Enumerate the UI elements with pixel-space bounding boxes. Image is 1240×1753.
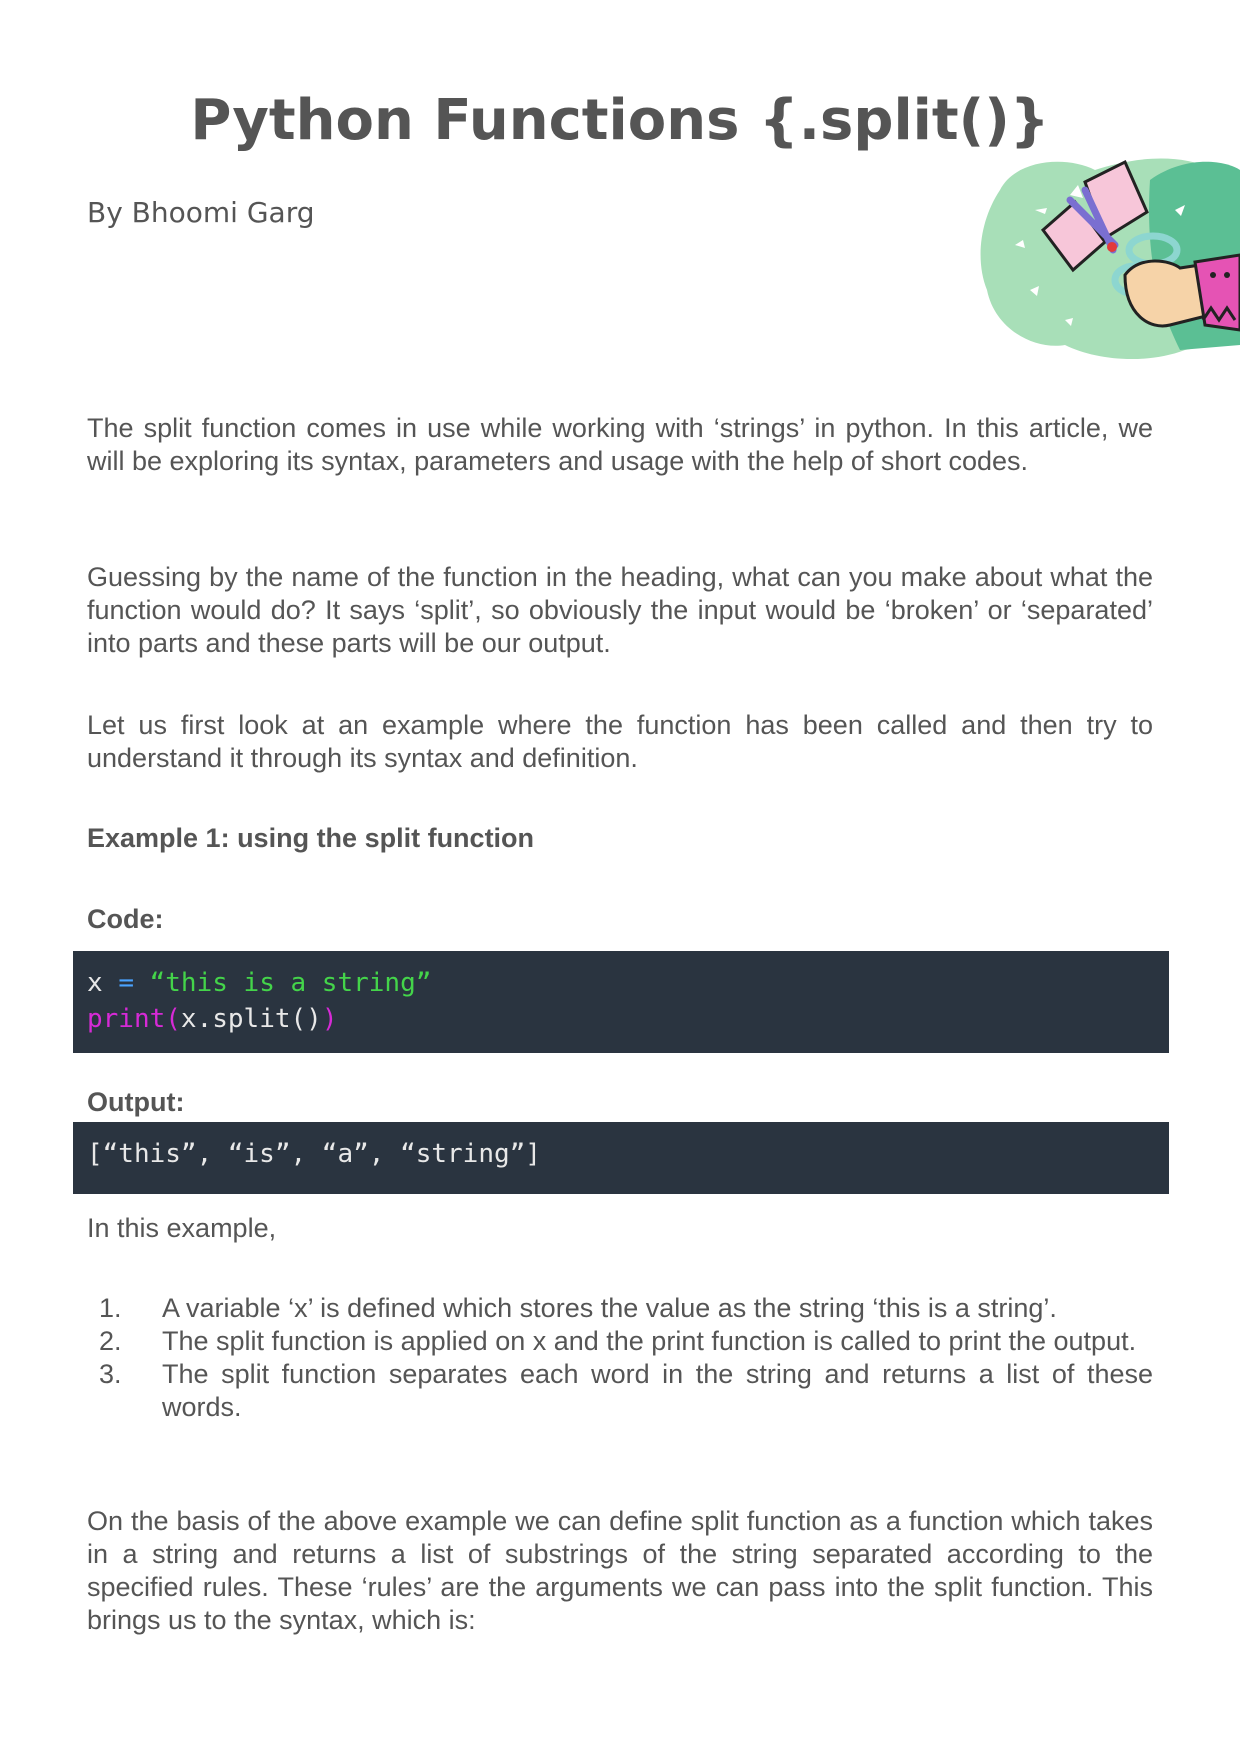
code-line-1: x = “this is a string”: [87, 968, 432, 998]
code-line-2: print(x.split()): [87, 1004, 338, 1034]
list-item-text: A variable ‘x’ is defined which stores t…: [162, 1293, 1057, 1323]
scissors-illustration-icon: [980, 158, 1240, 360]
steps-list: 1. A variable ‘x’ is defined which stores…: [87, 1292, 1153, 1424]
document-page: Python Functions {.split()} By Bhoomi Ga…: [0, 0, 1240, 1753]
output-block: [“this”, “is”, “a”, “string”]: [73, 1122, 1169, 1194]
list-item: 1. A variable ‘x’ is defined which stores…: [87, 1292, 1153, 1325]
list-number: 3.: [99, 1359, 122, 1389]
list-number: 1.: [99, 1293, 122, 1323]
in-example-paragraph: In this example,: [87, 1213, 277, 1243]
code-label: Code:: [87, 904, 164, 934]
list-item: 3. The split function separates each word…: [87, 1358, 1153, 1424]
guess-paragraph: Guessing by the name of the function in …: [87, 562, 1153, 658]
list-number: 2.: [99, 1326, 122, 1356]
list-item-text: The split function separates each word i…: [162, 1359, 1153, 1422]
output-label: Output:: [87, 1087, 185, 1117]
list-item: 2. The split function is applied on x and…: [87, 1325, 1153, 1358]
list-item-text: The split function is applied on x and t…: [162, 1326, 1137, 1356]
page-title: Python Functions {.split()}: [190, 88, 1050, 153]
basis-paragraph: On the basis of the above example we can…: [87, 1506, 1153, 1635]
intro-paragraph: The split function comes in use while wo…: [87, 413, 1153, 476]
author-byline: By Bhoomi Garg: [87, 196, 315, 229]
code-block: x = “this is a string” print(x.split()): [73, 951, 1169, 1053]
first-look-paragraph: Let us first look at an example where th…: [87, 710, 1153, 773]
example-heading: Example 1: using the split function: [87, 823, 535, 853]
output-text: [“this”, “is”, “a”, “string”]: [87, 1139, 541, 1169]
